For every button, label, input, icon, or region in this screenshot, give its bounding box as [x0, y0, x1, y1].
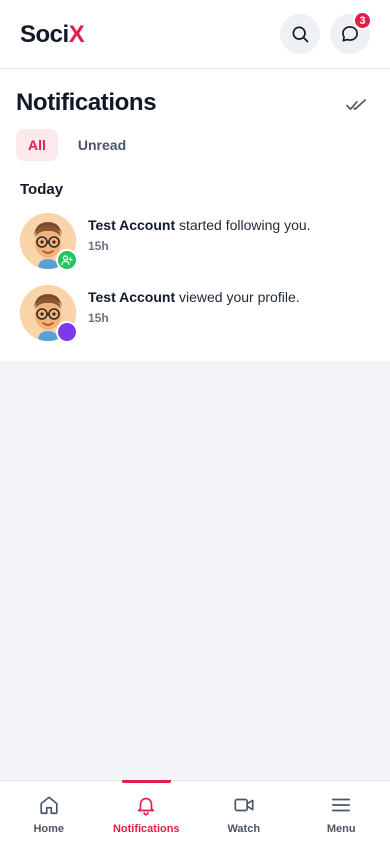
nav-notifications-label: Notifications — [112, 823, 180, 835]
notification-body: Test Account started following you. 15h — [88, 213, 311, 271]
logo-accent: X — [68, 21, 85, 48]
notification-text: Test Account started following you. — [88, 216, 311, 234]
nav-notifications[interactable]: Notifications — [98, 780, 196, 844]
page-title: Notifications — [16, 89, 157, 116]
app-header: SociX 3 — [0, 0, 390, 69]
messages-count-badge: 3 — [353, 11, 372, 30]
notification-item[interactable]: Test Account viewed your profile. 15h — [20, 285, 370, 343]
search-button[interactable] — [280, 14, 320, 54]
avatar[interactable] — [20, 285, 78, 343]
user-plus-icon — [61, 255, 73, 266]
tab-all[interactable]: All — [16, 129, 58, 161]
logo-text: Soci — [20, 21, 69, 48]
profile-view-badge — [56, 321, 78, 343]
avatar[interactable] — [20, 213, 78, 271]
notification-item[interactable]: Test Account started following you. 15h — [20, 213, 370, 271]
home-icon — [37, 793, 61, 817]
nav-watch[interactable]: Watch — [195, 781, 293, 844]
bottom-nav: Home Notifications Watch Menu — [0, 780, 390, 844]
notification-action: viewed your profile. — [179, 289, 300, 305]
search-icon — [292, 26, 309, 43]
nav-home[interactable]: Home — [0, 781, 98, 844]
eye-icon — [66, 331, 68, 333]
follow-badge — [56, 249, 78, 271]
nav-menu[interactable]: Menu — [293, 781, 390, 844]
notification-time: 15h — [88, 239, 109, 253]
mark-all-read-button[interactable] — [344, 93, 368, 117]
double-check-icon — [346, 99, 366, 110]
menu-icon — [329, 793, 353, 817]
notification-action: started following you. — [179, 217, 311, 233]
actor-name[interactable]: Test Account — [88, 289, 175, 305]
notification-text: Test Account viewed your profile. — [88, 288, 300, 306]
tab-unread[interactable]: Unread — [66, 129, 138, 161]
notification-body: Test Account viewed your profile. 15h — [88, 285, 300, 343]
bell-icon — [134, 793, 158, 817]
video-icon — [232, 793, 256, 817]
nav-home-label: Home — [33, 823, 65, 835]
nav-watch-label: Watch — [227, 823, 261, 835]
notifications-panel: Notifications All Unread Today Test Acco… — [0, 69, 390, 361]
filter-tabs: All Unread — [16, 129, 138, 161]
socix-logo[interactable]: SociX — [20, 20, 85, 50]
nav-menu-label: Menu — [326, 823, 356, 835]
section-heading-today: Today — [20, 181, 64, 198]
actor-name[interactable]: Test Account — [88, 217, 175, 233]
notification-time: 15h — [88, 311, 109, 325]
messages-button[interactable]: 3 — [330, 11, 372, 54]
